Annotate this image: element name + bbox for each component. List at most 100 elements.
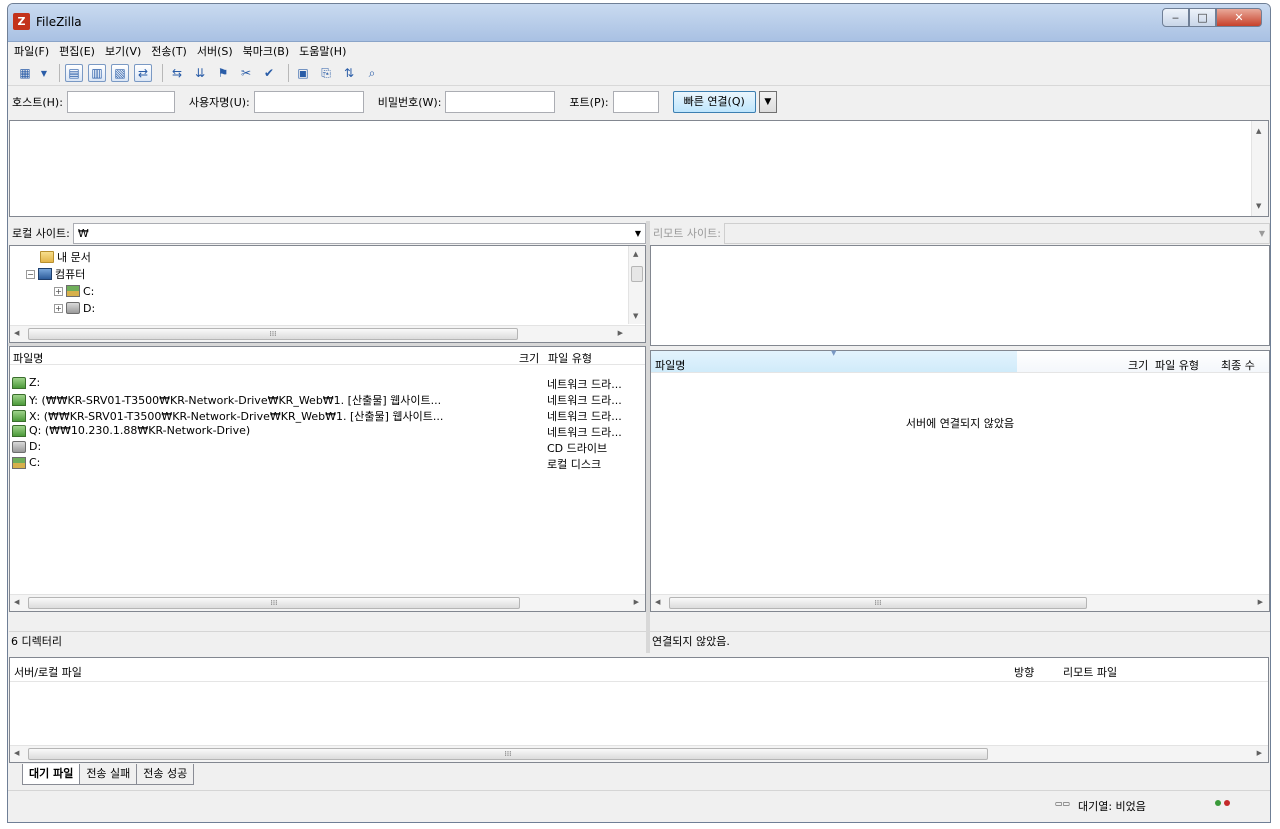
port-label: 포트(P):	[569, 96, 609, 109]
menu-help[interactable]: 도움말(H)	[299, 43, 346, 59]
maximize-button[interactable]: □	[1189, 8, 1216, 27]
disconnect-icon[interactable]: ✂	[237, 64, 255, 82]
column-server-local-file[interactable]: 서버/로컬 파일	[14, 664, 82, 680]
scroll-right-icon[interactable]: ▶	[634, 598, 639, 606]
remote-directory-tree[interactable]	[650, 245, 1270, 346]
scroll-down-icon[interactable]: ▼	[1256, 202, 1261, 210]
remote-site-path-combo[interactable]: ▼	[723, 222, 1270, 244]
message-log-scrollbar[interactable]: ▲ ▼	[1251, 121, 1268, 216]
scroll-right-icon[interactable]: ▶	[1257, 749, 1262, 757]
toggle-queue-icon[interactable]: ⇄	[134, 64, 152, 82]
minimize-button[interactable]: ‒	[1162, 8, 1189, 27]
menu-transfer[interactable]: 전송(T)	[151, 43, 187, 59]
list-item[interactable]: C: 로컬 디스크	[10, 455, 645, 471]
scroll-left-icon[interactable]: ◀	[14, 329, 19, 337]
local-site-bar: 로컬 사이트: ₩ ▼	[9, 221, 646, 245]
reconnect-icon[interactable]: ✔	[260, 64, 278, 82]
column-filename[interactable]: 파일명	[13, 350, 43, 366]
scroll-thumb[interactable]: ⁞⁞⁞	[669, 597, 1087, 609]
column-filetype[interactable]: 파일 유형	[548, 350, 592, 366]
scroll-thumb[interactable]: ⁞⁞⁞	[28, 748, 988, 760]
list-item[interactable]: Y: (₩₩KR-SRV01-T3500₩KR-Network-Drive₩KR…	[10, 391, 645, 407]
file-type: 네트워크 드라...	[547, 410, 622, 423]
tab-queued-files[interactable]: 대기 파일	[22, 764, 81, 785]
file-name: Y: (₩₩KR-SRV01-T3500₩KR-Network-Drive₩KR…	[29, 394, 442, 407]
list-item[interactable]: Z: 네트워크 드라...	[10, 375, 645, 391]
scroll-right-icon[interactable]: ▶	[618, 329, 623, 337]
close-button[interactable]: ✕	[1216, 8, 1262, 27]
chevron-down-icon[interactable]: ▼	[635, 224, 641, 243]
column-size[interactable]: 크기	[519, 350, 539, 366]
tree-item-drive-c[interactable]: + C:	[54, 283, 94, 299]
remote-list-hscrollbar[interactable]: ◀ ⁞⁞⁞ ▶	[651, 594, 1269, 611]
quickconnect-dropdown-icon[interactable]: ▼	[758, 91, 777, 113]
quickconnect-button[interactable]: 빠른 연결(Q)	[672, 91, 756, 113]
tab-failed-transfers[interactable]: 전송 실패	[79, 764, 138, 785]
menu-file[interactable]: 파일(F)	[14, 43, 49, 59]
tab-successful-transfers[interactable]: 전송 성공	[136, 764, 195, 785]
list-item[interactable]: X: (₩₩KR-SRV01-T3500₩KR-Network-Drive₩KR…	[10, 407, 645, 423]
scroll-up-icon[interactable]: ▲	[1256, 127, 1261, 135]
transfer-queue[interactable]: 서버/로컬 파일 방향 리모트 파일 ◀ ⁞⁞⁞ ▶	[9, 657, 1269, 763]
refresh-icon[interactable]: ⇆	[168, 64, 186, 82]
password-input[interactable]	[445, 91, 556, 113]
sort-indicator-icon: ▼	[831, 349, 837, 357]
menu-view[interactable]: 보기(V)	[105, 43, 141, 59]
cancel-operation-icon[interactable]: ⚑	[214, 64, 232, 82]
column-direction[interactable]: 방향	[1014, 664, 1034, 680]
chevron-down-icon[interactable]: ▼	[1259, 224, 1265, 243]
toggle-sync-browsing-icon[interactable]: ⎘	[317, 64, 335, 82]
directory-comparison-icon[interactable]: ⇅	[340, 64, 358, 82]
toggle-remote-tree-icon[interactable]: ▧	[111, 64, 129, 82]
list-item[interactable]: Q: (₩₩10.230.1.88₩KR-Network-Drive) 네트워크…	[10, 423, 645, 439]
file-type: 로컬 디스크	[547, 458, 602, 471]
column-size[interactable]: 크기	[1128, 357, 1148, 373]
menu-server[interactable]: 서버(S)	[197, 43, 233, 59]
column-filetype[interactable]: 파일 유형	[1155, 357, 1199, 373]
column-remote-file[interactable]: 리모트 파일	[1063, 664, 1117, 680]
directory-listing-filter-icon[interactable]: ▣	[294, 64, 312, 82]
scroll-down-icon[interactable]: ▼	[633, 312, 638, 320]
remote-file-list[interactable]: 파일명 크기 파일 유형 최종 수 ▼ 서버에 연결되지 않았음 ◀ ⁞⁞⁞ ▶	[650, 349, 1270, 612]
queue-hscrollbar[interactable]: ◀ ⁞⁞⁞ ▶	[10, 745, 1268, 762]
local-site-path-combo[interactable]: ₩ ▼	[72, 222, 646, 244]
scroll-thumb[interactable]: ⁞⁞⁞	[28, 597, 520, 609]
file-name: Q: (₩₩10.230.1.88₩KR-Network-Drive)	[29, 424, 251, 437]
menu-bookmarks[interactable]: 북마크(B)	[243, 43, 290, 59]
toolbar-separator	[162, 64, 163, 82]
column-last-modified[interactable]: 최종 수	[1221, 357, 1255, 373]
toggle-message-log-icon[interactable]: ▤	[65, 64, 83, 82]
scroll-left-icon[interactable]: ◀	[14, 749, 19, 757]
site-manager-icon[interactable]: ▦	[16, 64, 34, 82]
tree-item-computer[interactable]: − 컴퓨터	[26, 266, 85, 282]
local-tree-hscrollbar[interactable]: ◀ ⁞⁞⁞ ▶	[10, 325, 645, 342]
column-filename[interactable]: 파일명	[655, 357, 685, 373]
scroll-left-icon[interactable]: ◀	[14, 598, 19, 606]
scroll-thumb[interactable]: ⁞⁞⁞	[28, 328, 518, 340]
scroll-right-icon[interactable]: ▶	[1258, 598, 1263, 606]
local-list-hscrollbar[interactable]: ◀ ⁞⁞⁞ ▶	[10, 594, 645, 611]
file-name: X: (₩₩KR-SRV01-T3500₩KR-Network-Drive₩KR…	[29, 410, 444, 423]
scroll-left-icon[interactable]: ◀	[655, 598, 660, 606]
expand-icon[interactable]: +	[54, 303, 63, 313]
host-input[interactable]	[66, 91, 175, 113]
local-directory-tree[interactable]: 내 문서 − 컴퓨터 + C: + D: ▲ ▼ ◀ ⁞⁞⁞ ▶	[9, 245, 646, 343]
tree-item-documents[interactable]: 내 문서	[40, 249, 91, 265]
message-log[interactable]: ▲ ▼	[9, 120, 1269, 217]
toggle-local-tree-icon[interactable]: ▥	[88, 64, 106, 82]
tree-item-drive-d[interactable]: + D:	[54, 300, 95, 316]
list-item[interactable]: D: CD 드라이브	[10, 439, 645, 455]
username-input[interactable]	[253, 91, 364, 113]
scroll-thumb[interactable]	[631, 266, 643, 282]
bottom-status-bar: ▭▭ 대기열: 비었음	[8, 790, 1270, 818]
process-queue-icon[interactable]: ⇊	[191, 64, 209, 82]
port-input[interactable]	[612, 91, 659, 113]
collapse-icon[interactable]: −	[26, 269, 35, 279]
scroll-up-icon[interactable]: ▲	[633, 250, 638, 258]
local-tree-vscrollbar[interactable]: ▲ ▼	[628, 246, 645, 324]
site-manager-dropdown-icon[interactable]: ▼	[39, 64, 49, 82]
expand-icon[interactable]: +	[54, 286, 63, 296]
menu-edit[interactable]: 편집(E)	[59, 43, 95, 59]
local-file-list[interactable]: 파일명 크기 파일 유형 Z: 네트워크 드라... Y: (₩₩KR-SRV0…	[9, 346, 646, 612]
search-files-icon[interactable]: ⌕	[363, 64, 381, 82]
